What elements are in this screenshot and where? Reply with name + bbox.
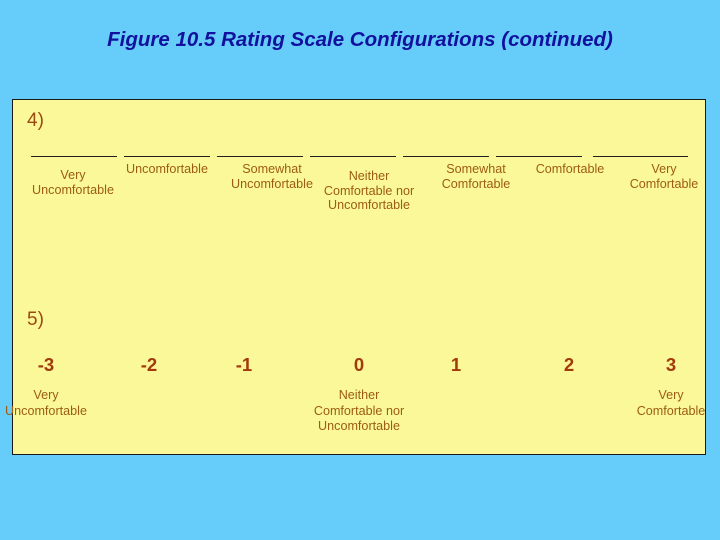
rating-label-4: Neither Comfortable nor Uncomfortable — [323, 169, 415, 212]
rating-scale-item4: Very Uncomfortable Uncomfortable Somewha… — [13, 100, 707, 290]
scale-number-minus2[interactable]: -2 — [129, 354, 169, 376]
rating-label-6: Comfortable — [535, 162, 605, 176]
scale-anchor-right: Very Comfortable — [636, 388, 706, 418]
rating-line-1[interactable] — [31, 156, 117, 157]
scale-anchor-left: Very Uncomfortable — [5, 388, 87, 418]
rating-label-7: Very Comfortable — [629, 162, 699, 191]
rating-line-6[interactable] — [496, 156, 582, 157]
scale-number-three[interactable]: 3 — [651, 354, 691, 376]
page-title: Figure 10.5 Rating Scale Configurations … — [107, 28, 613, 51]
rating-line-5[interactable] — [403, 156, 489, 157]
rating-scale-item5: -3 -2 -1 0 1 2 3 Very Uncomfortable Neit… — [5, 296, 707, 456]
scale-anchor-middle: Neither Comfortable nor Uncomfortable — [313, 388, 405, 433]
scale-number-minus3[interactable]: -3 — [26, 354, 66, 376]
rating-label-2: Uncomfortable — [126, 162, 208, 176]
rating-line-7[interactable] — [593, 156, 688, 157]
rating-line-2[interactable] — [124, 156, 210, 157]
scale-number-zero[interactable]: 0 — [339, 354, 379, 376]
scale-number-minus1[interactable]: -1 — [224, 354, 264, 376]
scale-number-one[interactable]: 1 — [436, 354, 476, 376]
slide-canvas: Figure 10.5 Rating Scale Configurations … — [0, 0, 720, 540]
rating-line-3[interactable] — [217, 156, 303, 157]
scale-number-two[interactable]: 2 — [549, 354, 589, 376]
rating-line-4[interactable] — [310, 156, 396, 157]
content-panel: 4) Very Uncomfortable Uncomfortable Some… — [5, 99, 707, 456]
